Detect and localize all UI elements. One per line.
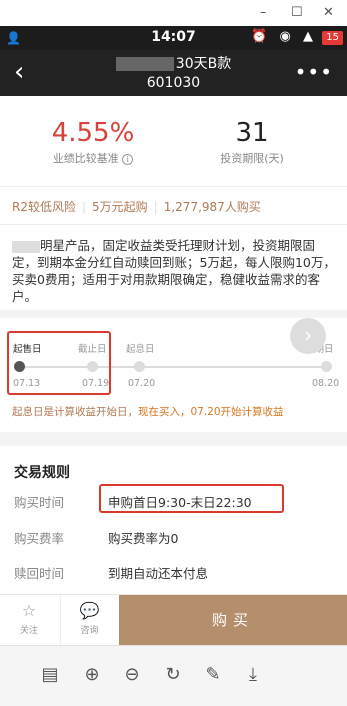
star-icon: ☆: [21, 601, 37, 620]
rule-value: 购买费率为0: [108, 531, 179, 546]
product-tags: R2较低风险 | 5万元起购 | 1,277,987人购买: [12, 200, 261, 214]
follow-label: 关注: [19, 626, 38, 636]
timeline-dot: [134, 361, 145, 372]
pages-icon[interactable]: ▤: [38, 663, 62, 687]
buyers-count-tag: 1,277,987人购买: [163, 200, 261, 214]
return-rate: 4.55%: [51, 118, 135, 148]
note-prefix: 起息日是计算收益开始日，: [12, 406, 138, 418]
divider: [0, 186, 347, 187]
rule-label: 购买费率: [14, 531, 65, 546]
next-arrow-icon[interactable]: ›: [290, 318, 326, 354]
viewer-toolbar: ▤ ⊕ ⊖ ↻ ✎ ⤓: [0, 645, 347, 706]
rule-label: 赎回时间: [14, 566, 65, 581]
product-description-text: 明星产品，固定收益类受托理财计划，投资期限固定，到期本金分红自动赎回到账；5万起…: [12, 238, 336, 304]
divider: [0, 224, 347, 225]
rule-value: 到期自动还本付息: [108, 566, 209, 581]
nav-bar: ‹ 30天B款 601030 •••: [0, 50, 347, 96]
battery-badge: 15: [322, 31, 343, 45]
trading-rules-title: 交易规则: [14, 465, 70, 481]
window-titlebar: – ☐ ✕: [0, 0, 347, 26]
highlight-box: [7, 331, 111, 395]
product-description: 明星产品，固定收益类受托理财计划，投资期限固定，到期本金分红自动赎回到账；5万起…: [12, 237, 337, 305]
status-icons: ⏰ ◉ ▲: [251, 29, 317, 44]
timeline-label-value-date: 起息日: [126, 344, 155, 355]
value-date-note: 起息日是计算收益开始日，现在买入，07.20开始计算收益: [12, 404, 284, 419]
chat-icon: 💬: [79, 601, 100, 620]
buy-button[interactable]: 购买: [119, 595, 347, 645]
redacted-text: [115, 57, 174, 71]
minimize-button[interactable]: –: [260, 4, 267, 22]
zoom-in-icon[interactable]: ⊕: [80, 663, 104, 687]
page-title-suffix: 30天B款: [175, 56, 232, 72]
note-highlight: 现在买入，07.20开始计算收益: [138, 406, 284, 418]
status-bar: 👤 14:07 ⏰ ◉ ▲ 15: [0, 26, 347, 50]
risk-tag: R2较低风险: [12, 200, 76, 214]
info-icon[interactable]: i: [122, 153, 134, 165]
redacted-text: [12, 240, 40, 253]
close-button[interactable]: ✕: [323, 4, 334, 22]
investment-period: 31: [235, 118, 269, 148]
section-gap: [0, 310, 347, 318]
follow-button[interactable]: ☆ 关注: [0, 595, 58, 645]
section-gap: [0, 432, 347, 446]
bottom-action-bar: ☆ 关注 💬 咨询 购买: [0, 594, 347, 645]
highlight-box: [99, 484, 284, 513]
return-rate-label-text: 业绩比较基准: [52, 152, 119, 165]
return-rate-label: 业绩比较基准 i: [18, 150, 168, 166]
investment-period-label: 投资期限(天): [220, 152, 284, 165]
download-icon[interactable]: ⤓: [241, 663, 265, 687]
consult-button[interactable]: 💬 咨询: [60, 595, 118, 645]
zoom-out-icon[interactable]: ⊖: [120, 663, 144, 687]
min-purchase-tag: 5万元起购: [92, 200, 148, 214]
consult-label: 咨询: [80, 626, 99, 636]
more-icon[interactable]: •••: [295, 60, 333, 84]
rule-label: 购买时间: [14, 495, 65, 510]
rotate-icon[interactable]: ↻: [161, 663, 185, 687]
timeline-dot: [321, 361, 332, 372]
edit-icon[interactable]: ✎: [201, 663, 225, 687]
timeline-date: 07.20: [128, 378, 156, 389]
restore-button[interactable]: ☐: [291, 4, 303, 22]
timeline-date: 08.20: [312, 378, 340, 389]
